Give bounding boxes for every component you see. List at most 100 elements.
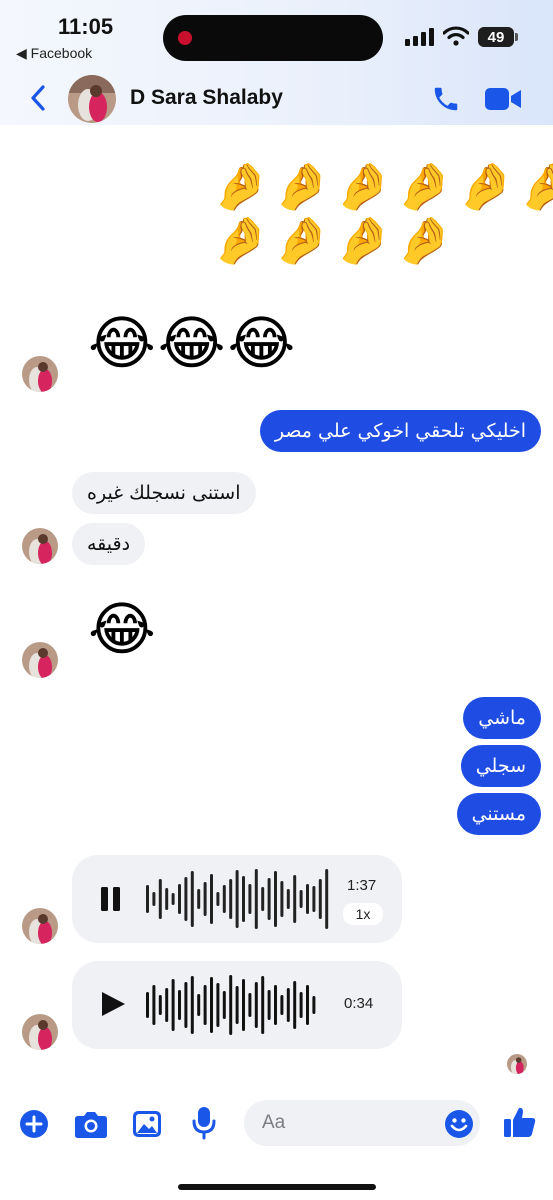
like-thumbs-up-icon[interactable] <box>503 1105 537 1139</box>
dynamic-island <box>163 15 383 61</box>
waveform-bar <box>312 886 316 912</box>
waveform-bar <box>197 889 201 909</box>
waveform-bar <box>261 887 265 911</box>
sender-avatar[interactable] <box>22 1014 58 1050</box>
waveform-bar <box>190 976 194 1034</box>
waveform-bar <box>184 877 188 921</box>
outgoing-message[interactable]: ماشي <box>463 697 541 739</box>
outgoing-message[interactable]: اخليكي تلحقي اخوكي علي مصر <box>259 410 541 452</box>
waveform-bar <box>242 979 245 1031</box>
waveform-bar <box>306 985 309 1025</box>
message-input-placeholder: Aa <box>262 1112 286 1133</box>
waveform-bar <box>178 884 181 914</box>
waveform-bar <box>235 986 239 1024</box>
audio-waveform <box>146 869 329 929</box>
gallery-icon[interactable] <box>132 1109 162 1139</box>
waveform-bar <box>293 875 297 923</box>
phone-call-icon[interactable] <box>431 84 461 114</box>
waveform-bar <box>254 869 258 929</box>
contact-avatar[interactable] <box>68 75 116 123</box>
waveform-bar <box>325 869 329 929</box>
emoji-icon[interactable] <box>444 1109 474 1139</box>
sender-avatar[interactable] <box>22 356 58 392</box>
waveform-bar <box>274 871 277 927</box>
waveform-bar <box>280 881 284 917</box>
waveform-bar <box>216 892 220 906</box>
battery-icon: 49 <box>478 27 514 47</box>
battery-tip <box>515 33 518 41</box>
home-indicator <box>178 1184 376 1190</box>
contact-name[interactable]: D Sara Shalaby <box>130 86 283 110</box>
camera-icon[interactable] <box>74 1109 108 1139</box>
playback-speed-button[interactable]: 1x <box>343 903 383 925</box>
incoming-message[interactable]: استنى نسجلك غيره <box>72 472 256 514</box>
waveform-bar <box>280 995 284 1015</box>
waveform-bar <box>299 890 303 908</box>
recording-indicator-icon <box>178 31 192 45</box>
sender-avatar[interactable] <box>22 642 58 678</box>
laugh-emoji-single: 😂 <box>88 595 156 663</box>
waveform-bar <box>178 990 181 1020</box>
play-icon[interactable] <box>99 990 127 1018</box>
outgoing-message[interactable]: سجلي <box>460 745 541 787</box>
read-receipt-avatar <box>507 1054 527 1074</box>
outgoing-message[interactable]: مستني <box>456 793 541 835</box>
waveform-bar <box>146 885 149 913</box>
waveform-bar <box>274 985 277 1025</box>
waveform-bar <box>286 988 290 1022</box>
waveform-bar <box>248 884 252 914</box>
hand-emoji-row-1: 🤌🤌🤌🤌🤌🤌 <box>212 159 553 213</box>
waveform-bar <box>152 892 156 906</box>
waveform-bar <box>312 996 316 1014</box>
hand-emoji-row-2: 🤌🤌🤌🤌 <box>212 213 458 267</box>
voice-duration: 1:37 <box>347 877 377 894</box>
incoming-message[interactable]: دقيقه <box>72 523 146 565</box>
waveform-bar <box>165 988 169 1022</box>
waveform-bar <box>267 878 271 920</box>
sender-avatar[interactable] <box>22 528 58 564</box>
waveform-bar <box>203 882 207 916</box>
back-to-app-link[interactable]: ◀ Facebook <box>16 45 92 62</box>
waveform-bar <box>306 884 309 914</box>
waveform-bar <box>171 893 175 905</box>
sender-avatar[interactable] <box>22 908 58 944</box>
waveform-bar <box>222 885 226 913</box>
waveform-bar <box>222 991 226 1019</box>
voice-duration: 0:34 <box>344 995 374 1012</box>
waveform-bar <box>286 889 290 909</box>
waveform-bar <box>254 982 258 1028</box>
waveform-bar <box>165 888 169 910</box>
waveform-bar <box>248 993 252 1017</box>
waveform-bar <box>216 983 220 1027</box>
audio-waveform <box>146 975 316 1035</box>
waveform-bar <box>242 876 245 922</box>
waveform-bar <box>235 870 239 928</box>
waveform-bar <box>267 990 271 1020</box>
waveform-bar <box>152 985 156 1025</box>
back-chevron-icon[interactable] <box>28 84 48 112</box>
waveform-bar <box>203 985 207 1025</box>
pause-icon[interactable] <box>99 886 123 912</box>
waveform-bar <box>197 994 201 1016</box>
laugh-emoji-message: 😂😂😂 <box>88 309 298 377</box>
waveform-bar <box>293 981 297 1029</box>
microphone-icon[interactable] <box>191 1106 217 1140</box>
waveform-bar <box>261 976 265 1034</box>
status-time: 11:05 <box>58 14 114 39</box>
wifi-icon <box>443 26 469 46</box>
waveform-bar <box>229 975 233 1035</box>
cellular-signal-icon <box>405 28 434 46</box>
waveform-bar <box>210 977 213 1033</box>
waveform-bar <box>184 982 188 1028</box>
plus-icon[interactable] <box>19 1109 49 1139</box>
waveform-bar <box>299 992 303 1018</box>
waveform-bar <box>146 992 149 1018</box>
waveform-bar <box>318 879 322 919</box>
waveform-bar <box>190 871 194 927</box>
waveform-bar <box>158 879 162 919</box>
waveform-bar <box>171 979 175 1031</box>
waveform-bar <box>158 995 162 1015</box>
waveform-bar <box>210 874 213 924</box>
video-call-icon[interactable] <box>484 86 522 112</box>
waveform-bar <box>229 879 233 919</box>
